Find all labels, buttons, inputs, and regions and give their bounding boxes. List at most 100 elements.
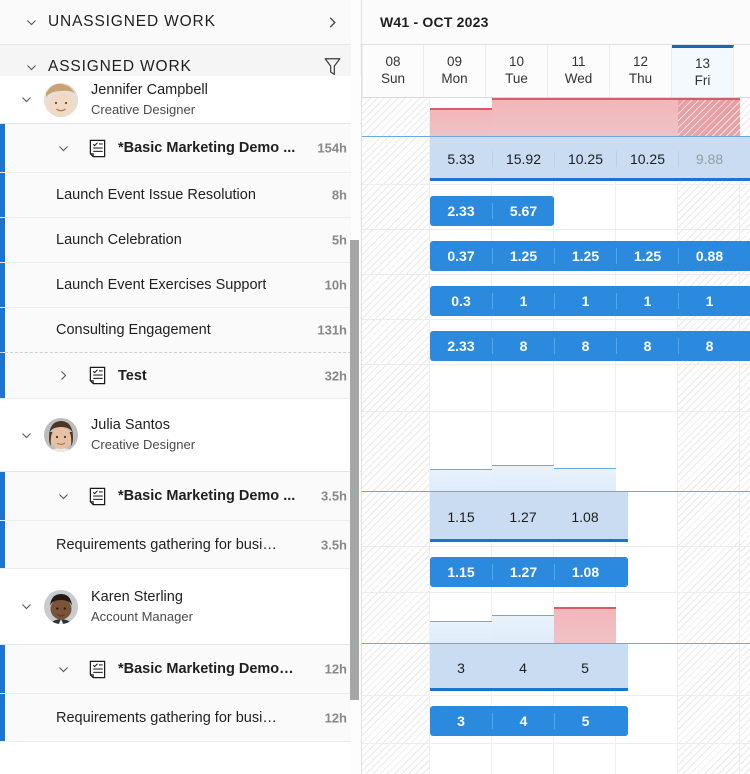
task-value-wed: 1.08: [554, 564, 616, 580]
task-value-thu: 8: [616, 338, 678, 354]
task-value-tue: 4: [492, 713, 554, 729]
task-value-tue: 8: [492, 338, 554, 354]
avatar: [44, 82, 78, 117]
scrollbar-thumb[interactable]: [350, 240, 359, 700]
task-value-wed: 5: [554, 713, 616, 729]
day-number: 08: [385, 54, 401, 70]
task-value-mon: 1.15: [447, 564, 475, 580]
allocation-value-mon: 5.33: [447, 151, 475, 167]
remaining-capacity-segment-tue: [492, 615, 554, 643]
resource-row-karen-sterling[interactable]: Karen Sterling Account Manager: [0, 569, 361, 645]
task-name: Launch Event Exercises Support: [56, 277, 267, 293]
allocation-value-tue: 4: [519, 659, 527, 676]
allocation-value-wed: 5: [581, 659, 589, 676]
project-row-test[interactable]: Test 32h: [0, 353, 361, 399]
row-divider: [362, 364, 750, 365]
task-allocation-bar-requirements-julia[interactable]: 1.15 1.27 1.08: [430, 557, 628, 587]
task-allocation-bar-launch-celebration[interactable]: 0.37 1.25 1.25 1.25 0.88: [430, 241, 750, 271]
task-allocation-bar-launch-event-exercises-support[interactable]: 0.3 1 1 1 1: [430, 286, 750, 316]
task-row[interactable]: Launch Event Issue Resolution 8h: [0, 173, 361, 218]
remaining-capacity-segment-mon: [430, 621, 492, 643]
task-value-wed: 1.25: [554, 248, 616, 264]
chevron-down-icon[interactable]: [20, 61, 42, 74]
day-column-header-12-thu[interactable]: 12 Thu: [610, 45, 672, 97]
allocation-value-wed: 10.25: [554, 151, 616, 167]
task-value-fri: 1: [678, 293, 740, 309]
allocation-value-mon: 1.15: [447, 509, 475, 525]
project-row[interactable]: *Basic Marketing Demo ... 3.5h: [0, 472, 361, 521]
task-value-mon: 3: [457, 713, 465, 729]
allocation-bar-underline: [430, 688, 628, 691]
task-row[interactable]: Launch Event Exercises Support 10h: [0, 263, 361, 308]
allocation-value-thu: 10.25: [616, 151, 678, 167]
row-accent-bar: [0, 521, 5, 568]
week-label: W41 - OCT 2023: [380, 14, 489, 30]
day-column-header-08-sun[interactable]: 08 Sun: [362, 45, 424, 97]
task-row[interactable]: Consulting Engagement 131h: [0, 308, 361, 353]
allocation-value-wed: 1.08: [571, 509, 599, 525]
project-name: *Basic Marketing Demo F...: [118, 661, 296, 677]
over-allocation-segment-mon: [430, 108, 492, 136]
task-hours: 10h: [324, 277, 347, 293]
row-divider: [362, 274, 750, 275]
group-title-assigned: ASSIGNED WORK: [48, 58, 192, 75]
task-value-thu: 1: [616, 293, 678, 309]
task-hours: 131h: [317, 322, 347, 338]
task-value-tue: 1: [492, 293, 554, 309]
resource-management-view: UNASSIGNED WORK ASSIGNED WORK Jennifer C…: [0, 0, 750, 774]
task-hours: 5h: [331, 232, 347, 248]
day-weekday: Mon: [441, 71, 468, 86]
chevron-down-icon[interactable]: [52, 142, 74, 155]
allocation-value-tue: 15.92: [492, 151, 554, 167]
resource-row-julia-santos[interactable]: Julia Santos Creative Designer: [0, 399, 361, 472]
row-divider: [362, 229, 750, 230]
project-row[interactable]: *Basic Marketing Demo ... 154h: [0, 124, 361, 173]
project-name: *Basic Marketing Demo ...: [118, 488, 296, 504]
resource-role: Creative Designer: [91, 437, 196, 453]
resource-name: Karen Sterling: [91, 588, 183, 605]
day-column-header-10-tue[interactable]: 10 Tue: [486, 45, 548, 97]
task-value-mon: 2.33: [447, 203, 475, 219]
left-pane-scrollbar[interactable]: [350, 0, 360, 774]
row-accent-bar: [0, 694, 5, 741]
project-row[interactable]: *Basic Marketing Demo F... 12h: [0, 645, 361, 694]
chevron-right-icon[interactable]: [319, 9, 345, 35]
group-header-unassigned-work[interactable]: UNASSIGNED WORK: [0, 0, 361, 45]
row-accent-bar: [0, 173, 5, 217]
day-column-header-11-wed[interactable]: 11 Wed: [548, 45, 610, 97]
resource-info: Julia Santos Creative Designer: [91, 415, 195, 454]
nonworking-column-sun: [362, 98, 430, 774]
over-allocation-segment-tue: [492, 98, 554, 136]
chevron-down-icon[interactable]: [14, 429, 38, 442]
day-number: 12: [632, 54, 649, 70]
task-value-fri: 8: [678, 338, 740, 354]
chevron-down-icon[interactable]: [52, 663, 74, 676]
chevron-down-icon[interactable]: [20, 16, 42, 29]
row-divider: [362, 319, 750, 320]
day-column-header-09-mon[interactable]: 09 Mon: [424, 45, 486, 97]
resource-name: Jennifer Campbell: [91, 81, 208, 98]
resource-row-jennifer-campbell[interactable]: Jennifer Campbell Creative Designer: [0, 76, 361, 124]
project-name: *Basic Marketing Demo ...: [118, 140, 296, 156]
over-allocation-segment-thu: [616, 98, 678, 136]
day-header-row: 08 Sun 09 Mon 10 Tue 11 Wed 12 Thu 13 Fr…: [362, 45, 750, 98]
task-allocation-bar-consulting-engagement[interactable]: 2.33 8 8 8 8: [430, 331, 750, 361]
task-allocation-bar-requirements-karen[interactable]: 3 4 5: [430, 706, 628, 736]
row-accent-bar: [0, 472, 5, 520]
project-allocation-bar-karen[interactable]: 3 4 5: [430, 644, 628, 691]
day-weekday: Thu: [628, 71, 653, 86]
chevron-down-icon[interactable]: [14, 600, 38, 613]
task-value-wed: 8: [554, 338, 616, 354]
task-list-icon: [86, 366, 108, 385]
chevron-down-icon[interactable]: [52, 490, 74, 503]
project-allocation-bar-jennifer[interactable]: 5.33 15.92 10.25 10.25 9.88: [430, 137, 750, 181]
task-value-thu: 1.25: [616, 248, 678, 264]
chevron-down-icon[interactable]: [14, 93, 38, 106]
task-row[interactable]: Launch Celebration 5h: [0, 218, 361, 263]
task-row[interactable]: Requirements gathering for busine... 12h: [0, 694, 361, 742]
project-allocation-bar-julia[interactable]: 1.15 1.27 1.08: [430, 492, 628, 542]
day-column-header-13-fri-today[interactable]: 13 Fri: [672, 45, 734, 97]
task-row[interactable]: Requirements gathering for busine... 3.5…: [0, 521, 361, 569]
chevron-right-icon[interactable]: [52, 369, 74, 382]
task-allocation-bar-launch-event-issue-resolution[interactable]: 2.33 5.67: [430, 196, 554, 226]
